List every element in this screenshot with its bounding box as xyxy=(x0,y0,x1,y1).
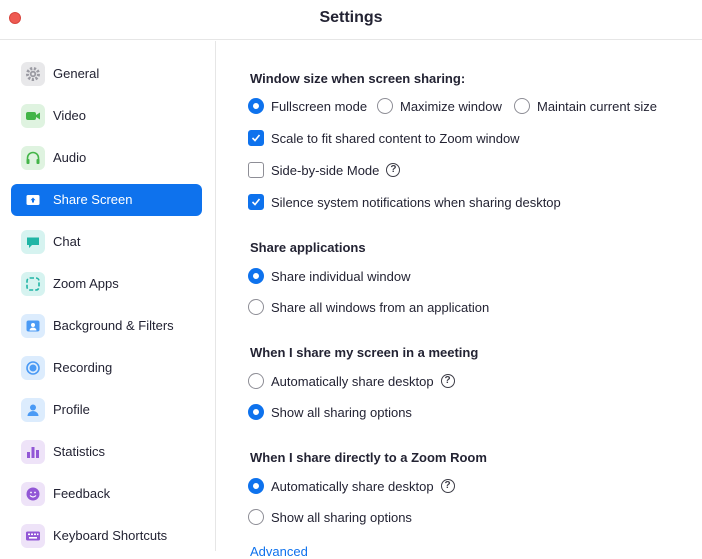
sidebar-item-statistics[interactable]: Statistics xyxy=(11,436,202,468)
share-screen-settings-panel: Window size when screen sharing: Fullscr… xyxy=(217,41,702,559)
share-applications-heading: Share applications xyxy=(250,240,366,255)
sidebar-item-label: Chat xyxy=(53,234,81,249)
share-individual-window-radio[interactable]: Share individual window xyxy=(248,268,410,284)
sidebar-item-feedback[interactable]: Feedback xyxy=(11,478,202,510)
scale-to-fit-checkbox[interactable]: Scale to fit shared content to Zoom wind… xyxy=(248,130,520,146)
checkbox-checked[interactable] xyxy=(248,194,264,210)
bar-chart-icon xyxy=(21,440,45,464)
help-icon[interactable]: ? xyxy=(386,163,401,177)
sidebar-item-label: Background & Filters xyxy=(53,318,174,333)
radio-selected[interactable] xyxy=(248,404,264,420)
sidebar-item-keyboard-shortcuts[interactable]: Keyboard Shortcuts xyxy=(11,520,202,552)
fullscreen-mode-radio[interactable]: Fullscreen mode xyxy=(248,98,367,114)
sidebar-item-label: Recording xyxy=(53,360,113,375)
keyboard-icon xyxy=(21,524,45,548)
sidebar-item-label: Keyboard Shortcuts xyxy=(53,528,168,543)
gear-icon xyxy=(21,62,45,86)
video-camera-icon xyxy=(21,104,45,128)
sidebar-item-video[interactable]: Video xyxy=(11,100,202,132)
apps-icon xyxy=(21,272,45,296)
radio-unselected[interactable] xyxy=(377,98,393,114)
title-bar: Settings xyxy=(0,0,702,40)
help-icon[interactable]: ? xyxy=(440,479,455,493)
settings-sidebar: General Video Audio Share Screen Chat Zo… xyxy=(0,41,216,551)
silence-notifications-checkbox[interactable]: Silence system notifications when sharin… xyxy=(248,194,561,210)
sidebar-item-profile[interactable]: Profile xyxy=(11,394,202,426)
maintain-current-size-radio[interactable]: Maintain current size xyxy=(514,98,657,114)
chat-bubble-icon xyxy=(21,230,45,254)
share-screen-icon xyxy=(21,188,45,212)
sidebar-item-label: Profile xyxy=(53,402,90,417)
checkbox-unchecked[interactable] xyxy=(248,162,264,178)
radio-selected[interactable] xyxy=(248,98,264,114)
radio-unselected[interactable] xyxy=(514,98,530,114)
side-by-side-mode-checkbox[interactable]: Side-by-side Mode ? xyxy=(248,162,401,178)
headphones-icon xyxy=(21,146,45,170)
sidebar-item-label: Share Screen xyxy=(53,192,133,207)
smiley-icon xyxy=(21,482,45,506)
zoom-room-show-all-options-radio[interactable]: Show all sharing options xyxy=(248,509,412,525)
sidebar-item-general[interactable]: General xyxy=(11,58,202,90)
radio-selected[interactable] xyxy=(248,478,264,494)
sidebar-item-background-filters[interactable]: Background & Filters xyxy=(11,310,202,342)
radio-unselected[interactable] xyxy=(248,299,264,315)
sidebar-item-label: Audio xyxy=(53,150,87,165)
radio-unselected[interactable] xyxy=(248,509,264,525)
checkbox-checked[interactable] xyxy=(248,130,264,146)
sidebar-item-label: Zoom Apps xyxy=(53,276,119,291)
maximize-window-radio[interactable]: Maximize window xyxy=(377,98,502,114)
meeting-auto-share-desktop-radio[interactable]: Automatically share desktop ? xyxy=(248,373,455,389)
sidebar-item-label: Video xyxy=(53,108,87,123)
sidebar-item-zoom-apps[interactable]: Zoom Apps xyxy=(11,268,202,300)
profile-icon xyxy=(21,398,45,422)
radio-unselected[interactable] xyxy=(248,373,264,389)
advanced-link[interactable]: Advanced xyxy=(250,544,308,559)
meeting-share-heading: When I share my screen in a meeting xyxy=(250,345,479,360)
share-all-windows-radio[interactable]: Share all windows from an application xyxy=(248,299,489,315)
sidebar-item-recording[interactable]: Recording xyxy=(11,352,202,384)
sidebar-item-audio[interactable]: Audio xyxy=(11,142,202,174)
window-title: Settings xyxy=(319,9,383,26)
record-icon xyxy=(21,356,45,380)
background-person-icon xyxy=(21,314,45,338)
zoom-room-auto-share-desktop-radio[interactable]: Automatically share desktop ? xyxy=(248,478,455,494)
sidebar-item-label: Feedback xyxy=(53,486,111,501)
meeting-show-all-options-radio[interactable]: Show all sharing options xyxy=(248,404,412,420)
sidebar-item-label: General xyxy=(53,66,100,81)
zoom-room-share-heading: When I share directly to a Zoom Room xyxy=(250,450,487,465)
window-size-heading: Window size when screen sharing: xyxy=(250,71,466,86)
help-icon[interactable]: ? xyxy=(440,374,455,388)
radio-selected[interactable] xyxy=(248,268,264,284)
sidebar-item-label: Statistics xyxy=(53,444,106,459)
sidebar-item-chat[interactable]: Chat xyxy=(11,226,202,258)
sidebar-item-share-screen[interactable]: Share Screen xyxy=(11,184,202,216)
